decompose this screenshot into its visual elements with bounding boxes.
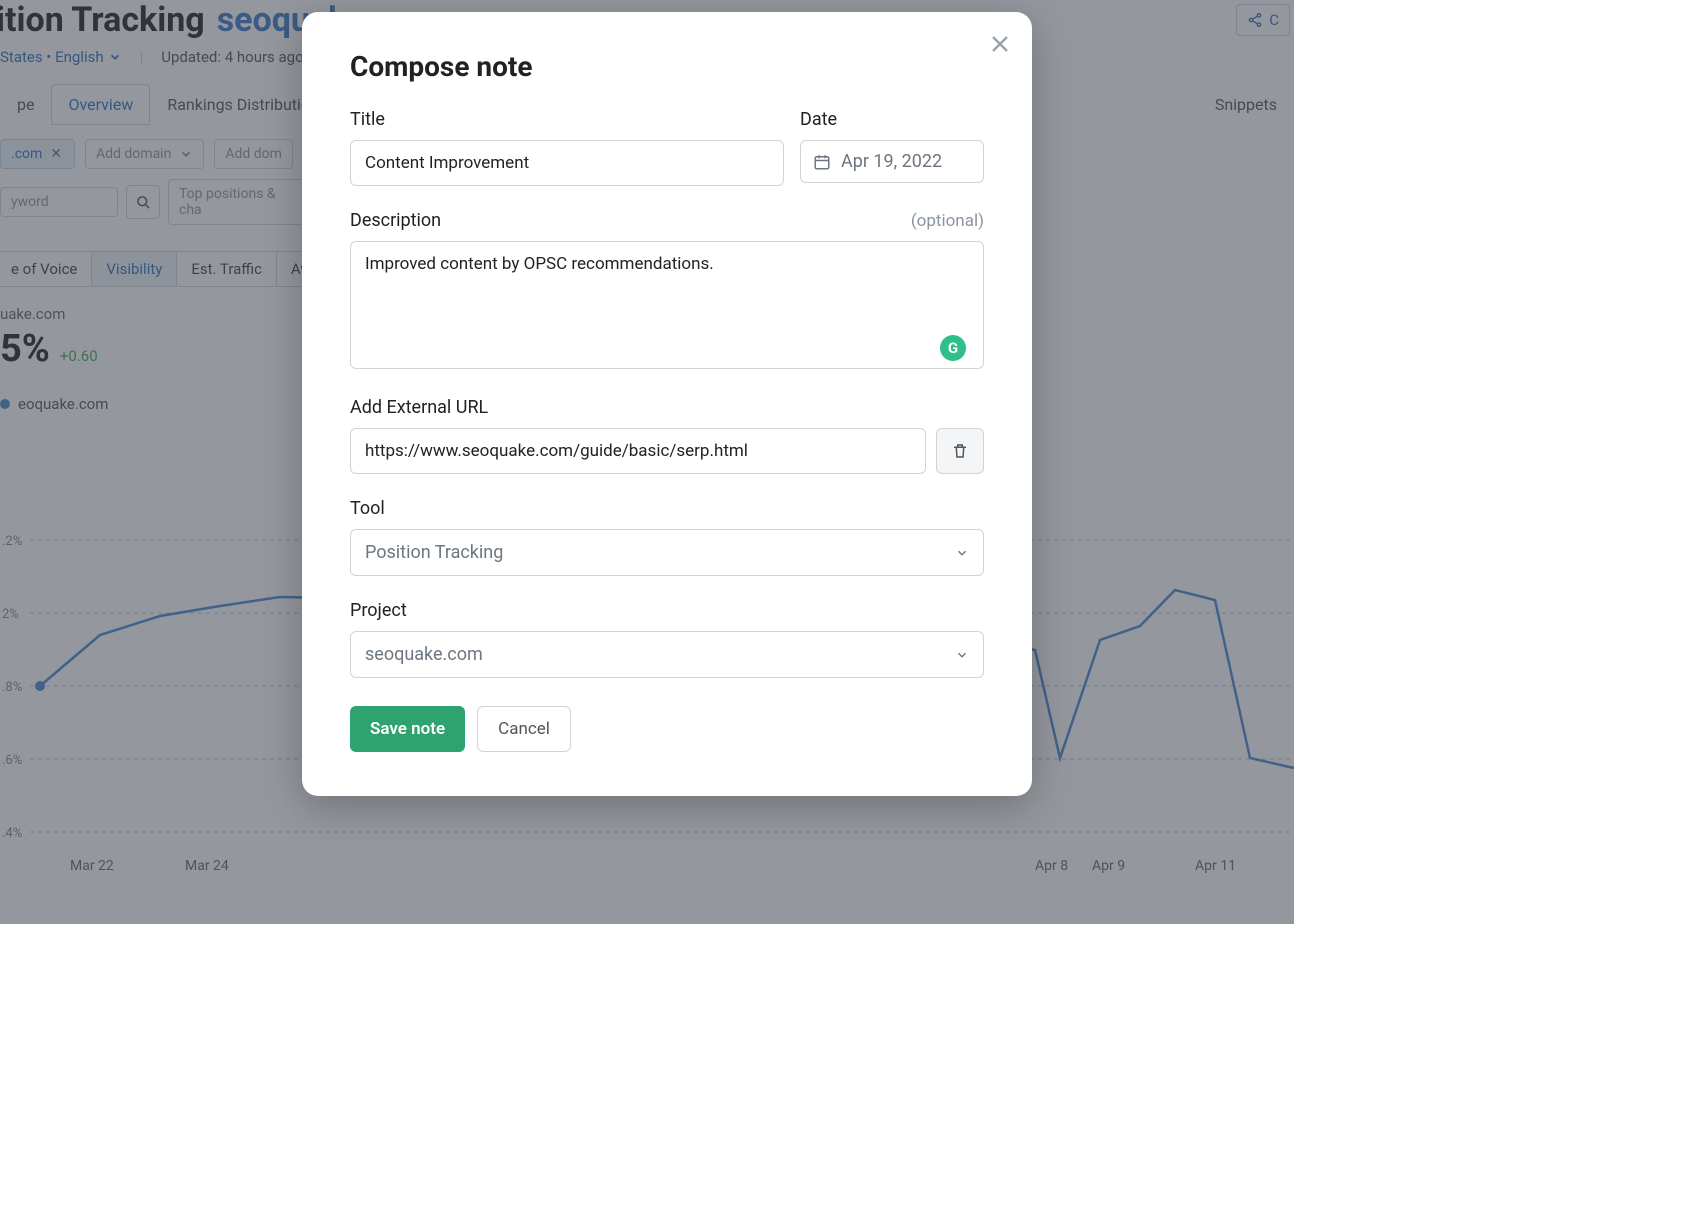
modal-heading: Compose note: [350, 50, 984, 83]
chevron-down-icon: [955, 648, 969, 662]
date-label: Date: [800, 109, 984, 130]
description-input[interactable]: [350, 241, 984, 369]
project-value: seoquake.com: [365, 644, 483, 665]
date-value: Apr 19, 2022: [841, 151, 942, 172]
project-label: Project: [350, 600, 984, 621]
optional-label: (optional): [911, 211, 984, 231]
trash-icon: [951, 442, 969, 460]
external-url-input[interactable]: [350, 428, 926, 474]
project-select[interactable]: seoquake.com: [350, 631, 984, 678]
tool-value: Position Tracking: [365, 542, 503, 563]
description-label: Description: [350, 210, 441, 231]
title-input[interactable]: [350, 140, 784, 186]
compose-note-modal: Compose note Title Date Apr 19, 2022 Des…: [302, 12, 1032, 796]
close-button[interactable]: [988, 32, 1012, 60]
grammarly-icon[interactable]: G: [940, 335, 966, 361]
delete-url-button[interactable]: [936, 428, 984, 474]
close-icon: [988, 32, 1012, 56]
date-input[interactable]: Apr 19, 2022: [800, 140, 984, 183]
chevron-down-icon: [955, 546, 969, 560]
tool-select[interactable]: Position Tracking: [350, 529, 984, 576]
external-url-label: Add External URL: [350, 397, 984, 418]
title-label: Title: [350, 109, 784, 130]
calendar-icon: [813, 153, 831, 171]
cancel-button[interactable]: Cancel: [477, 706, 571, 752]
tool-label: Tool: [350, 498, 984, 519]
save-note-button[interactable]: Save note: [350, 706, 465, 752]
